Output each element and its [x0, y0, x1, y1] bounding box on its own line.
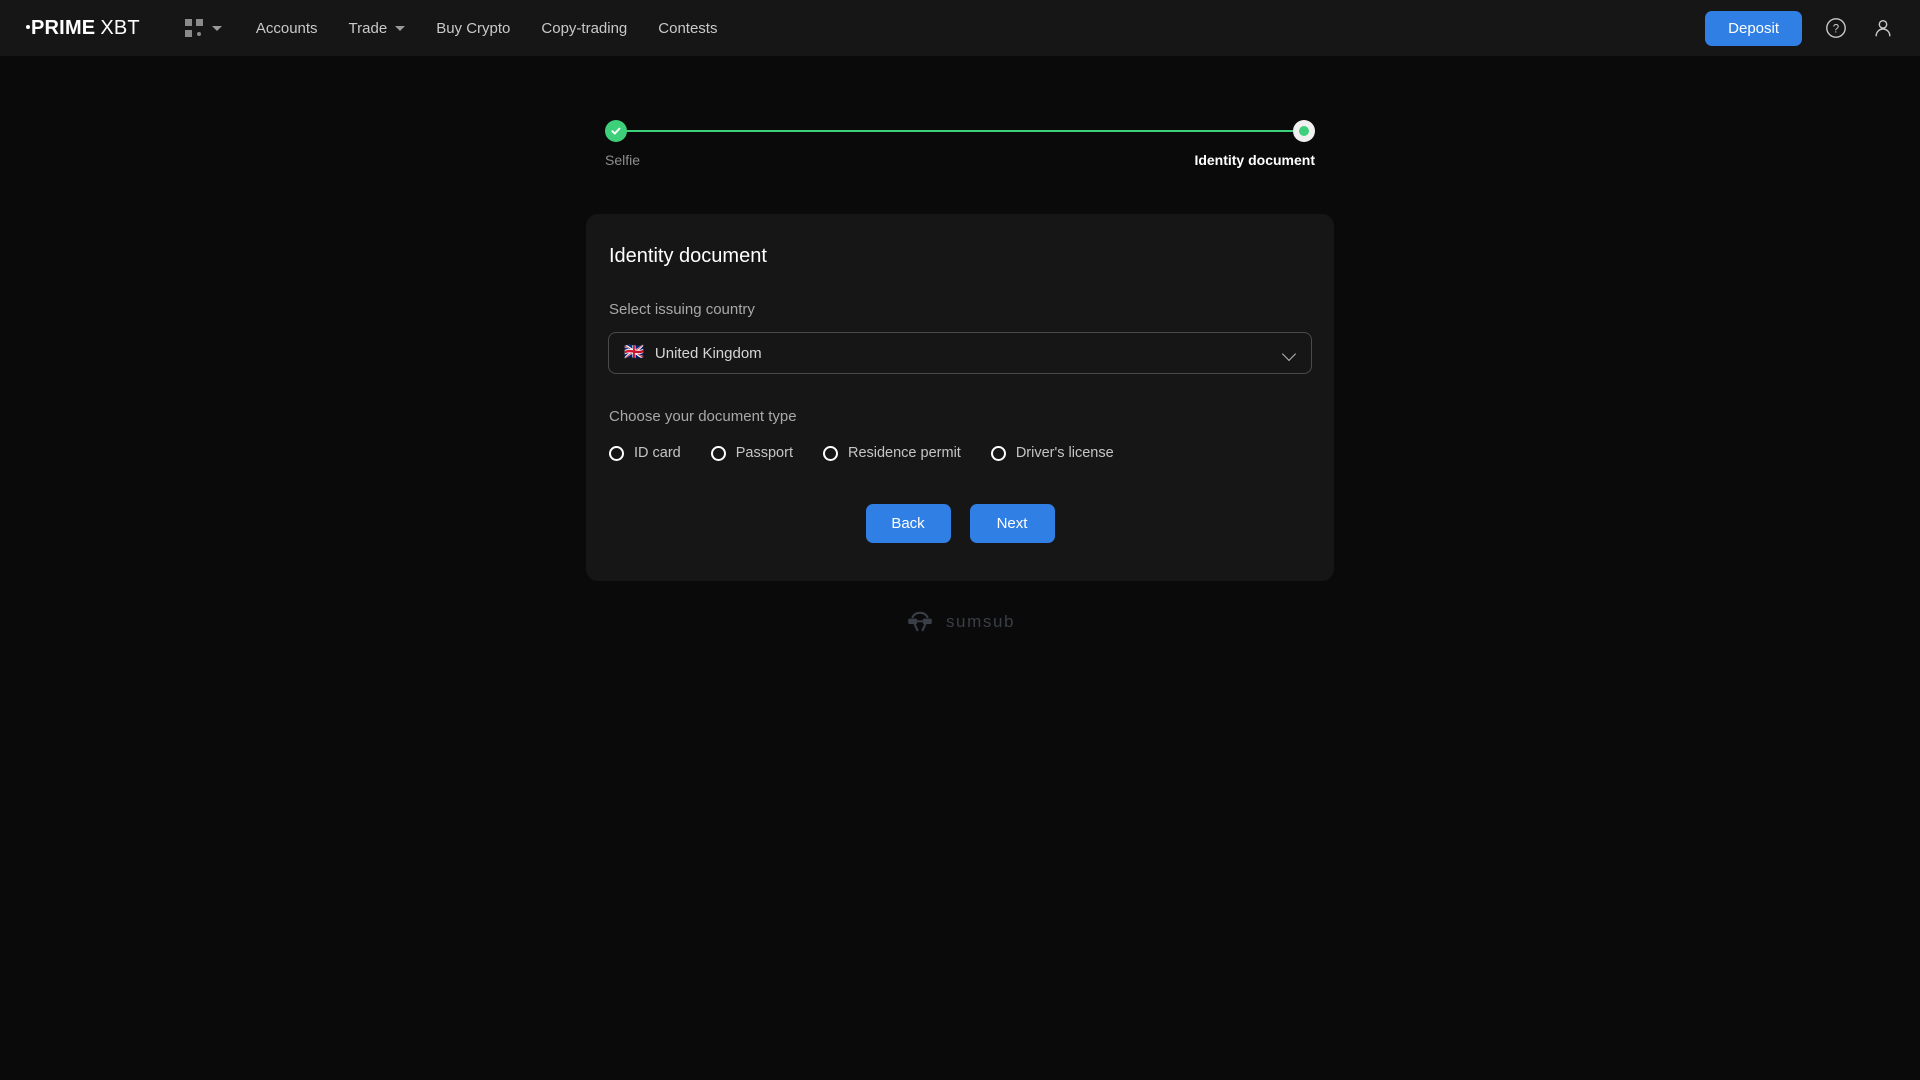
logo-xbt-text: XBT [100, 16, 140, 39]
step-node-selfie-completed[interactable] [605, 120, 627, 142]
issuing-country-value: United Kingdom [654, 344, 762, 362]
chevron-down-icon [1283, 349, 1297, 357]
sumsub-footer: sumsub [905, 611, 1015, 632]
deposit-button[interactable]: Deposit [1705, 10, 1802, 46]
document-type-radio-group: ID card Passport Residence permit Driver… [608, 445, 1312, 461]
uk-flag-icon: 🇬🇧 [624, 344, 644, 361]
logo-prime-text: PRIME [31, 16, 96, 39]
stepper-progress-line [616, 130, 1304, 132]
nav-item-buy-crypto[interactable]: Buy Crypto [436, 20, 510, 37]
issuing-country-select[interactable]: 🇬🇧 United Kingdom [608, 332, 1312, 374]
top-navigation-bar: PRIME XBT Accounts Trade Buy Crypto Copy… [0, 0, 1920, 56]
radio-option-passport[interactable]: Passport [710, 445, 793, 461]
nav-item-label: Trade [348, 19, 388, 37]
kyc-progress-stepper: Selfie Identity document [605, 120, 1315, 168]
radio-circle-icon [710, 445, 726, 461]
nav-item-accounts[interactable]: Accounts [256, 20, 318, 37]
grid-apps-icon [184, 19, 203, 37]
nav-item-label: Accounts [255, 19, 318, 37]
primexbt-logo[interactable]: PRIME XBT [26, 17, 140, 40]
nav-item-trade[interactable]: Trade [349, 20, 406, 37]
svg-text:?: ? [1833, 23, 1839, 35]
country-field-label: Select issuing country [609, 301, 755, 318]
header-actions: Deposit ? [1705, 10, 1896, 46]
chevron-down-icon [211, 25, 222, 31]
user-account-icon [1875, 20, 1891, 37]
check-icon [611, 127, 621, 135]
card-title: Identity document [609, 245, 767, 267]
sumsub-mask-icon [908, 611, 932, 632]
chevron-down-icon [395, 25, 406, 31]
nav-item-label: Contests [658, 19, 718, 37]
radio-circle-icon [990, 445, 1006, 461]
radio-circle-icon [822, 445, 838, 461]
radio-option-id-card[interactable]: ID card [609, 445, 681, 461]
back-button[interactable]: Back [865, 504, 951, 543]
account-button[interactable] [1870, 15, 1896, 41]
document-type-label: Choose your document type [609, 408, 797, 425]
nav-item-label: Copy-trading [541, 19, 628, 37]
nav-item-copy-trading[interactable]: Copy-trading [541, 20, 627, 37]
radio-label: Driver's license [1015, 445, 1114, 461]
radio-circle-icon [609, 445, 624, 461]
radio-label: ID card [634, 445, 681, 461]
radio-option-residence-permit[interactable]: Residence permit [822, 445, 961, 461]
logo-dot-icon [26, 24, 30, 29]
nav-item-contests[interactable]: Contests [658, 20, 717, 37]
apps-menu-button[interactable] [184, 19, 222, 37]
step-current-dot [1299, 126, 1309, 136]
help-button[interactable]: ? [1823, 15, 1849, 41]
radio-option-drivers-license[interactable]: Driver's license [990, 445, 1114, 461]
main-nav: Accounts Trade Buy Crypto Copy-trading C… [256, 20, 718, 37]
next-button[interactable]: Next [969, 504, 1055, 543]
step-label-selfie: Selfie [605, 152, 641, 168]
nav-item-label: Buy Crypto [436, 19, 511, 37]
question-mark-circle-icon: ? [1826, 18, 1846, 38]
radio-label: Passport [735, 445, 793, 461]
kyc-content: Selfie Identity document Identity docume… [0, 56, 1920, 632]
sumsub-brand-text: sumsub [945, 611, 1016, 631]
card-actions: Back Next [608, 504, 1312, 543]
step-label-identity-document: Identity document [1194, 152, 1315, 168]
stepper-labels: Selfie Identity document [605, 152, 1315, 168]
step-node-identity-document-current[interactable] [1293, 120, 1315, 142]
stepper-track [605, 120, 1315, 142]
identity-document-card: Identity document Select issuing country… [586, 214, 1334, 581]
radio-label: Residence permit [847, 445, 961, 461]
